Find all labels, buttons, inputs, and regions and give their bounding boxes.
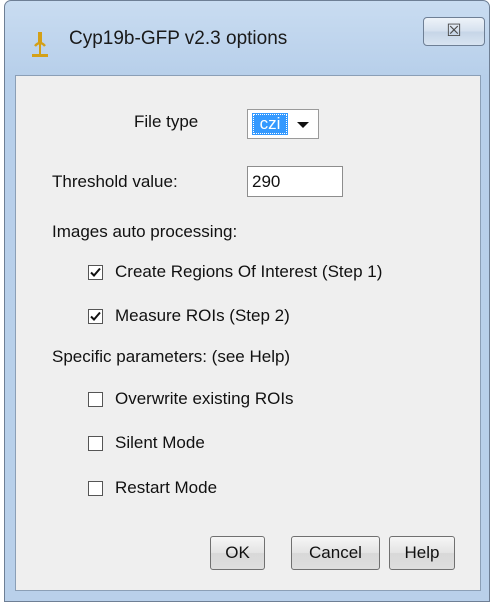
window-title: Cyp19b-GFP v2.3 options (69, 28, 288, 49)
create-roi-checkbox[interactable] (88, 265, 103, 280)
file-type-dropdown[interactable]: czi (247, 109, 319, 139)
cancel-button[interactable]: Cancel (291, 536, 380, 570)
silent-mode-label: Silent Mode (115, 433, 205, 452)
threshold-label: Threshold value: (52, 172, 178, 191)
file-type-selected-value: czi (252, 113, 288, 135)
overwrite-rois-checkbox[interactable] (88, 392, 103, 407)
chevron-down-icon (297, 122, 309, 128)
close-button[interactable]: ☒ (423, 17, 485, 46)
measure-roi-label: Measure ROIs (Step 2) (115, 306, 290, 325)
specific-parameters-header: Specific parameters: (see Help) (52, 347, 291, 366)
dialog-window: Cyp19b-GFP v2.3 options ☒ File type czi … (4, 0, 490, 602)
help-button[interactable]: Help (389, 536, 455, 570)
threshold-input[interactable] (247, 166, 343, 197)
ok-button[interactable]: OK (210, 536, 265, 570)
microscope-icon (32, 32, 48, 57)
silent-mode-checkbox[interactable] (88, 436, 103, 451)
measure-roi-checkbox[interactable] (88, 309, 103, 324)
checkmark-icon (90, 267, 101, 277)
restart-mode-checkbox[interactable] (88, 481, 103, 496)
title-bar[interactable]: Cyp19b-GFP v2.3 options ☒ (5, 1, 489, 75)
close-icon: ☒ (446, 21, 462, 40)
checkmark-icon (90, 311, 101, 321)
auto-processing-header: Images auto processing: (52, 222, 238, 241)
create-roi-label: Create Regions Of Interest (Step 1) (115, 262, 383, 281)
restart-mode-label: Restart Mode (115, 478, 218, 497)
dialog-content: File type czi Threshold value: Images au… (15, 75, 481, 591)
overwrite-rois-label: Overwrite existing ROIs (115, 389, 294, 408)
file-type-label: File type (134, 112, 199, 131)
